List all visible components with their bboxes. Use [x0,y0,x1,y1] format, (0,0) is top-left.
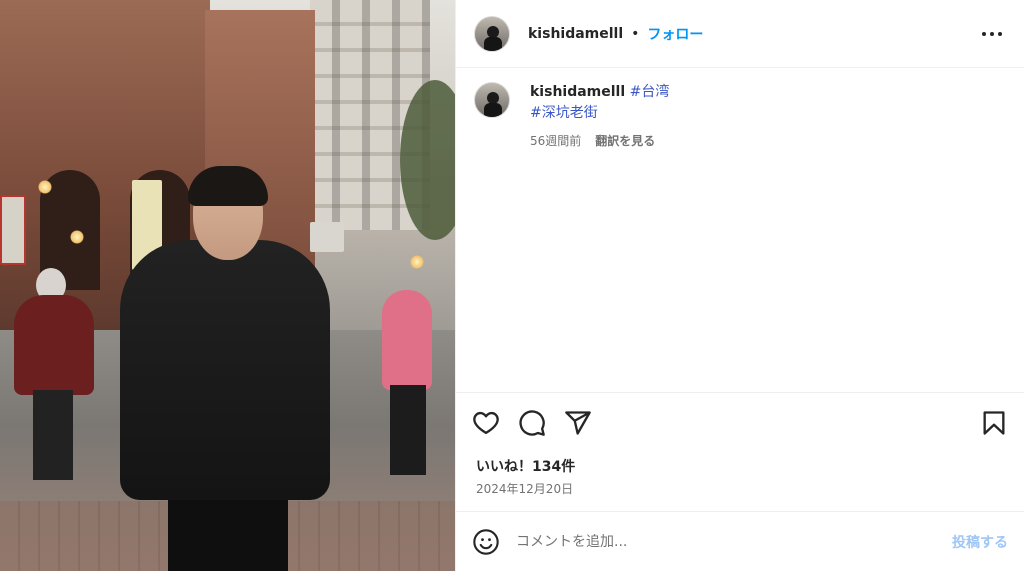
caption-row: kishidamelll #台湾 #深坑老街 [474,82,1006,124]
caption-area: kishidamelll #台湾 #深坑老街 56週間前 翻訳を見る [474,82,1006,392]
photo-person [390,385,426,475]
caption-meta: 56週間前 翻訳を見る [530,132,1006,149]
caption-timestamp: 56週間前 [530,134,582,148]
post-photo[interactable] [0,0,455,571]
emoji-icon[interactable] [472,528,500,556]
caption-username[interactable]: kishidamelll [530,84,625,100]
follow-button[interactable]: フォロー [647,24,703,44]
photo-sign [310,222,344,252]
post-panel: kishidamelll • フォロー kishidamelll #台湾 #深坑… [455,0,1024,571]
more-dot [998,32,1002,36]
post-date: 2024年12月20日 [476,482,574,496]
separator-dot: • [631,25,640,42]
photo-lamp [70,230,84,244]
heart-icon[interactable] [472,409,500,437]
photo-lamp [410,255,424,269]
comment-icon[interactable] [518,409,546,437]
caption-avatar[interactable] [474,82,510,118]
post-comment-button[interactable]: 投稿する [952,532,1008,552]
caption-text: kishidamelll #台湾 #深坑老街 [530,82,669,124]
header-username[interactable]: kishidamelll [528,26,623,42]
send-icon[interactable] [564,409,592,437]
post-header: kishidamelll • フォロー [456,0,1024,68]
photo-lamp [38,180,52,194]
hashtag-link[interactable]: #深坑老街 [530,105,598,121]
more-dot [982,32,986,36]
photo-person [33,390,73,480]
photo-sign [0,195,26,265]
avatar[interactable] [474,15,510,52]
more-dot [990,32,994,36]
action-bar [456,392,1024,452]
photo-subject [120,240,330,500]
likes-count[interactable]: いいね！134件 [476,456,575,476]
bookmark-icon[interactable] [980,409,1008,437]
comment-bar: 投稿する [456,511,1024,571]
comment-input[interactable] [516,533,952,550]
post-dialog: kishidamelll • フォロー kishidamelll #台湾 #深坑… [0,0,1024,571]
more-options-icon[interactable] [980,22,1004,46]
photo-person [14,295,94,395]
photo-subject [168,490,288,571]
photo-person [382,290,432,390]
translate-button[interactable]: 翻訳を見る [595,132,655,149]
hashtag-link[interactable]: #台湾 [630,84,670,100]
